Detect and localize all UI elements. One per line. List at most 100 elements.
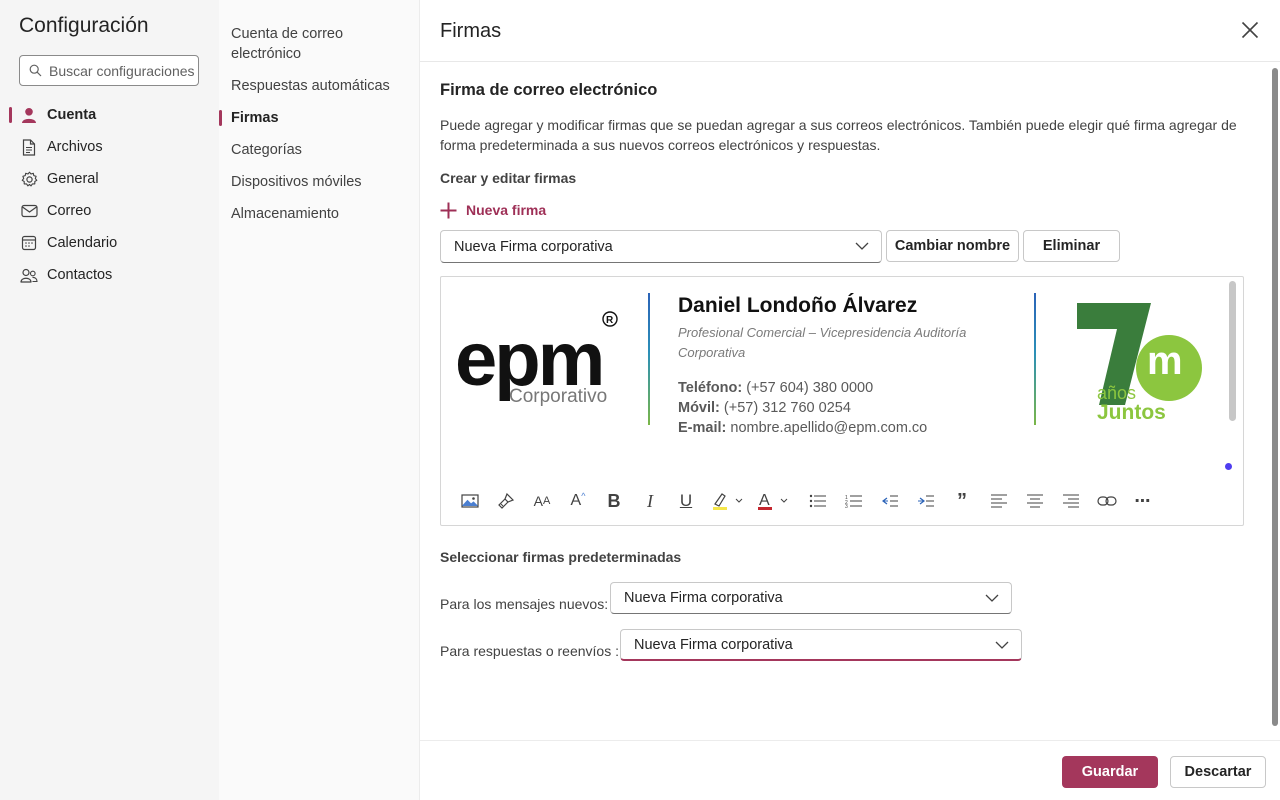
subnav-item-firmas[interactable]: Firmas bbox=[219, 108, 413, 128]
create-edit-label: Crear y editar firmas bbox=[440, 170, 577, 186]
mail-icon bbox=[20, 202, 38, 220]
email-label: E-mail: bbox=[678, 420, 727, 436]
font-size-icon[interactable]: AA bbox=[530, 489, 554, 513]
page-title: Firmas bbox=[440, 20, 502, 42]
signature-divider-left bbox=[648, 293, 650, 425]
chevron-down-icon bbox=[855, 242, 869, 250]
header-divider bbox=[420, 61, 1280, 62]
nav-item-cuenta[interactable]: Cuenta bbox=[0, 101, 219, 129]
svg-text:A: A bbox=[759, 492, 770, 509]
mobile-value: (+57) 312 760 0254 bbox=[723, 400, 851, 416]
new-messages-label: Para los mensajes nuevos: bbox=[440, 596, 609, 612]
italic-icon[interactable]: I bbox=[638, 489, 662, 513]
person-icon bbox=[20, 106, 38, 124]
rename-button[interactable]: Cambiar nombre bbox=[886, 230, 1019, 262]
email-value: nombre.apellido@epm.com.co bbox=[730, 420, 928, 436]
search-icon bbox=[29, 64, 42, 77]
signature-email: E-mail: nombre.apellido@epm.com.co bbox=[678, 420, 927, 436]
signatures-panel: Firmas Firma de correo electrónico Puede… bbox=[420, 0, 1280, 800]
nav-item-calendario[interactable]: Calendario bbox=[0, 229, 219, 257]
panel-scrollbar[interactable] bbox=[1272, 68, 1278, 726]
nav-item-label: Cuenta bbox=[47, 107, 97, 123]
align-left-icon[interactable] bbox=[987, 489, 1011, 513]
signature-role: Profesional Comercial – Vicepresidencia … bbox=[678, 325, 967, 360]
delete-button[interactable]: Eliminar bbox=[1023, 230, 1120, 262]
gear-icon bbox=[20, 170, 38, 188]
replies-value: Nueva Firma corporativa bbox=[634, 636, 793, 653]
badge-line-2: Juntos bbox=[1097, 401, 1166, 424]
editor-scrollbar[interactable] bbox=[1229, 281, 1236, 421]
settings-title: Configuración bbox=[19, 14, 149, 37]
format-painter-icon[interactable] bbox=[494, 489, 518, 513]
phone-label: Teléfono: bbox=[678, 380, 743, 396]
decrease-indent-icon[interactable] bbox=[878, 489, 902, 513]
mobile-label: Móvil: bbox=[678, 400, 720, 416]
defaults-title: Seleccionar firmas predeterminadas bbox=[440, 549, 682, 565]
replies-select[interactable]: Nueva Firma corporativa bbox=[620, 629, 1022, 661]
font-color-icon[interactable]: A bbox=[755, 489, 789, 513]
close-button[interactable] bbox=[1238, 18, 1262, 42]
settings-nav: Configuración Cuenta Archivos General Co… bbox=[0, 0, 219, 800]
subnav-item-categorias[interactable]: Categorías bbox=[231, 140, 413, 160]
calendar-icon bbox=[20, 234, 38, 252]
bullets-icon[interactable] bbox=[806, 489, 830, 513]
close-icon bbox=[1241, 21, 1259, 39]
file-icon bbox=[20, 138, 38, 156]
nav-item-general[interactable]: General bbox=[0, 165, 219, 193]
increase-font-icon[interactable]: A ^ bbox=[566, 489, 590, 513]
increase-indent-icon[interactable] bbox=[914, 489, 938, 513]
link-icon[interactable] bbox=[1095, 489, 1119, 513]
bold-icon[interactable]: B bbox=[602, 489, 626, 513]
phone-value: (+57 604) 380 0000 bbox=[746, 380, 874, 396]
underline-icon[interactable]: U bbox=[674, 489, 698, 513]
badge-letter: m bbox=[1147, 339, 1183, 383]
search-input[interactable] bbox=[49, 62, 194, 79]
subnav-item-dispositivos[interactable]: Dispositivos móviles bbox=[231, 172, 413, 192]
search-box[interactable] bbox=[19, 55, 199, 86]
chevron-down-icon bbox=[995, 641, 1009, 649]
save-button[interactable]: Guardar bbox=[1062, 756, 1158, 788]
new-messages-value: Nueva Firma corporativa bbox=[624, 590, 783, 606]
nav-item-label: Contactos bbox=[47, 267, 113, 283]
numbering-icon[interactable]: 123 bbox=[842, 489, 866, 513]
signature-divider-right bbox=[1034, 293, 1036, 425]
plus-icon bbox=[440, 202, 457, 218]
signature-name: Daniel Londoño Álvarez bbox=[678, 294, 918, 317]
insert-image-icon[interactable] bbox=[458, 489, 482, 513]
svg-text:R: R bbox=[606, 315, 614, 326]
signature-select[interactable]: Nueva Firma corporativa bbox=[440, 230, 882, 263]
signature-phone: Teléfono: (+57 604) 380 0000 bbox=[678, 380, 873, 396]
nav-item-label: General bbox=[47, 171, 99, 187]
section-description: Puede agregar y modificar firmas que se … bbox=[440, 117, 1237, 153]
editor-resize-dot[interactable] bbox=[1225, 463, 1232, 470]
nav-item-correo[interactable]: Correo bbox=[0, 197, 219, 225]
new-signature-button[interactable]: Nueva firma bbox=[440, 199, 546, 221]
anniversary-badge: m años Juntos bbox=[1071, 297, 1211, 427]
nav-item-label: Archivos bbox=[47, 139, 103, 155]
more-icon[interactable]: ⋯ bbox=[1131, 489, 1155, 513]
highlight-icon[interactable] bbox=[710, 489, 744, 513]
account-subnav: Cuenta de correo electrónico Respuestas … bbox=[219, 0, 420, 800]
footer-divider bbox=[420, 740, 1280, 741]
align-right-icon[interactable] bbox=[1059, 489, 1083, 513]
section-title: Firma de correo electrónico bbox=[440, 81, 658, 99]
nav-item-label: Correo bbox=[47, 203, 92, 219]
subnav-item-respuestas[interactable]: Respuestas automáticas bbox=[231, 76, 413, 96]
people-icon bbox=[20, 266, 38, 284]
discard-button[interactable]: Descartar bbox=[1170, 756, 1266, 788]
new-signature-label: Nueva firma bbox=[466, 202, 547, 218]
svg-text:3: 3 bbox=[845, 504, 848, 508]
chevron-down-icon bbox=[985, 594, 999, 602]
subnav-item-cuenta-correo[interactable]: Cuenta de correo electrónico bbox=[231, 24, 413, 64]
quote-icon[interactable]: ” bbox=[950, 489, 974, 513]
epm-logo-subtitle: Corporativo bbox=[509, 386, 608, 407]
new-messages-select[interactable]: Nueva Firma corporativa bbox=[610, 582, 1012, 614]
signature-mobile: Móvil: (+57) 312 760 0254 bbox=[678, 400, 851, 416]
replies-label: Para respuestas o reenvíos : bbox=[440, 643, 619, 659]
nav-item-contactos[interactable]: Contactos bbox=[0, 261, 219, 289]
nav-item-archivos[interactable]: Archivos bbox=[0, 133, 219, 161]
signature-editor[interactable]: epm R Corporativo Daniel Londoño Álvarez… bbox=[440, 276, 1244, 526]
align-center-icon[interactable] bbox=[1023, 489, 1047, 513]
subnav-item-almacenamiento[interactable]: Almacenamiento bbox=[231, 204, 413, 224]
nav-item-label: Calendario bbox=[47, 235, 118, 251]
